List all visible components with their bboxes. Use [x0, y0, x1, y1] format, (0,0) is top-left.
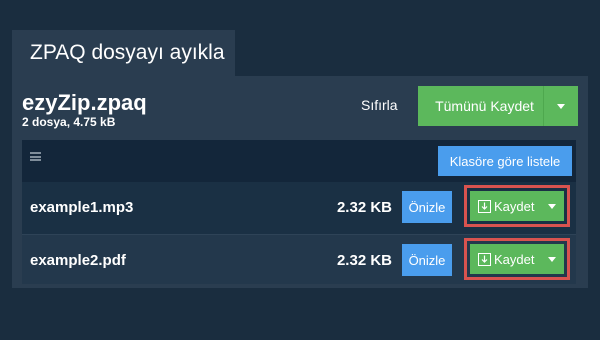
file-size: 2.32 KB [336, 252, 392, 269]
caret-down-icon [557, 103, 565, 109]
archive-name: ezyZip.zpaq [22, 90, 147, 115]
download-icon [478, 199, 491, 213]
list-by-folder-button[interactable]: Klasöre göre listele [438, 146, 572, 176]
download-icon [478, 252, 491, 266]
save-button-highlight: Kaydet [464, 238, 570, 280]
caret-down-icon [548, 203, 557, 209]
archive-summary: 2 dosya, 4.75 kB [22, 115, 116, 129]
preview-button[interactable]: Önizle [402, 191, 452, 223]
preview-button[interactable]: Önizle [402, 244, 452, 276]
save-button[interactable]: Kaydet [470, 244, 564, 274]
save-dropdown-toggle[interactable] [542, 244, 562, 274]
tab-extract-zpaq[interactable]: ZPAQ dosyayı ayıkla [12, 30, 235, 76]
menu-icon[interactable] [30, 152, 41, 161]
save-all-button[interactable]: Tümünü Kaydet [418, 86, 578, 126]
save-dropdown-toggle[interactable] [542, 191, 562, 221]
file-name: example2.pdf [30, 252, 126, 269]
file-size: 2.32 KB [336, 199, 392, 216]
save-button-highlight: Kaydet [464, 185, 570, 227]
file-name: example1.mp3 [30, 199, 134, 216]
save-all-dropdown-toggle[interactable] [543, 86, 578, 126]
file-list: Klasöre göre listele example1.mp3 2.32 K… [22, 140, 576, 284]
save-button[interactable]: Kaydet [470, 191, 564, 221]
file-row: example1.mp3 2.32 KB Önizle Kaydet [22, 182, 576, 234]
save-label: Kaydet [494, 198, 535, 214]
reset-link[interactable]: Sıfırla [361, 97, 398, 113]
save-all-label: Tümünü Kaydet [435, 98, 534, 114]
tab-title: ZPAQ dosyayı ayıkla [30, 41, 225, 64]
save-label: Kaydet [494, 251, 535, 267]
file-list-header: Klasöre göre listele [22, 140, 576, 180]
caret-down-icon [548, 256, 557, 262]
file-row: example2.pdf 2.32 KB Önizle Kaydet [22, 234, 576, 284]
extract-panel: ezyZip.zpaq 2 dosya, 4.75 kB Sıfırla Tüm… [12, 76, 588, 288]
